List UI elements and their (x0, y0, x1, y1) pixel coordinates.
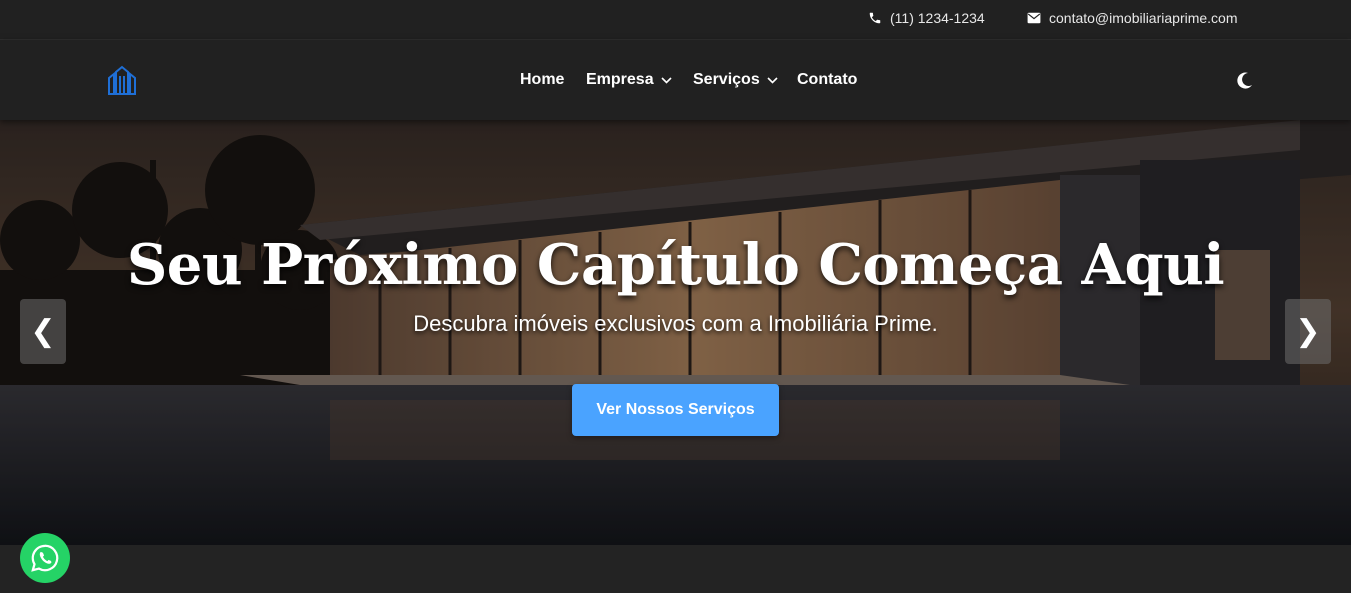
envelope-icon (1027, 12, 1041, 24)
nav-contato-label: Contato (797, 71, 858, 88)
nav-servicos-label: Serviços (693, 71, 760, 88)
nav-home-label: Home (520, 71, 565, 88)
phone-number: (11) 1234-1234 (890, 10, 985, 26)
hero-title: Seu Próximo Capítulo Começa Aqui (126, 232, 1225, 298)
email-address: contato@imobiliariaprime.com (1049, 10, 1238, 26)
chevron-down-icon (767, 76, 778, 84)
carousel-next-button[interactable]: ❯ (1285, 299, 1331, 364)
nav-empresa-label: Empresa (586, 71, 654, 88)
building-logo-icon[interactable] (107, 64, 137, 96)
phone-contact[interactable]: (11) 1234-1234 (868, 0, 985, 36)
nav-empresa[interactable]: Empresa (586, 40, 672, 120)
carousel-prev-button[interactable]: ❮ (20, 299, 66, 364)
whatsapp-icon (31, 544, 59, 572)
view-services-button[interactable]: Ver Nossos Serviços (572, 384, 779, 436)
email-contact[interactable]: contato@imobiliariaprime.com (1027, 0, 1238, 36)
whatsapp-button[interactable] (20, 533, 70, 583)
main-navbar: Home Empresa Serviços Contato (0, 40, 1351, 120)
nav-home[interactable]: Home (520, 40, 564, 120)
phone-icon (869, 12, 881, 24)
top-bar: (11) 1234-1234 contato@imobiliariaprime.… (0, 0, 1351, 40)
chevron-right-icon: ❯ (1295, 314, 1321, 349)
hero-carousel: Seu Próximo Capítulo Começa Aqui Descubr… (0, 120, 1351, 545)
chevron-down-icon (661, 76, 672, 84)
hero-subtitle: Descubra imóveis exclusivos com a Imobil… (413, 311, 938, 336)
nav-servicos[interactable]: Serviços (693, 40, 778, 120)
moon-icon[interactable] (1235, 70, 1255, 90)
chevron-left-icon: ❮ (30, 314, 56, 349)
nav-contato[interactable]: Contato (797, 40, 857, 120)
